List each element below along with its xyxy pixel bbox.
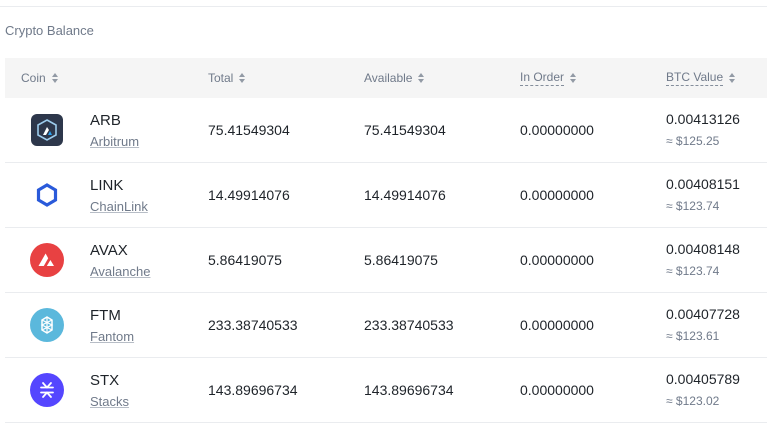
btc-value: 0.00407728 <box>666 306 740 322</box>
coin-name-link[interactable]: ChainLink <box>90 199 148 214</box>
fantom-icon <box>30 308 64 342</box>
available-value: 143.89696734 <box>364 382 454 398</box>
table-header: Coin Total Available In Order BTC Value <box>5 58 767 98</box>
btc-value: 0.00405789 <box>666 371 740 387</box>
in-order-value: 0.00000000 <box>520 187 594 203</box>
total-value: 14.49914076 <box>208 187 290 203</box>
usd-value: ≈ $123.61 <box>666 329 720 343</box>
header-in-order[interactable]: In Order <box>520 70 577 86</box>
available-value: 14.49914076 <box>364 187 446 203</box>
available-value: 5.86419075 <box>364 252 438 268</box>
sort-icon <box>418 73 425 83</box>
sort-icon <box>570 73 577 83</box>
avalanche-icon <box>30 243 64 277</box>
btc-value: 0.00413126 <box>666 111 740 127</box>
arbitrum-icon <box>31 114 63 146</box>
table-row: AVAX Avalanche 5.86419075 5.86419075 0.0… <box>5 228 767 293</box>
coin-name-link[interactable]: Stacks <box>90 394 129 409</box>
header-coin[interactable]: Coin <box>21 71 59 85</box>
available-value: 233.38740533 <box>364 317 454 333</box>
sort-icon <box>239 73 246 83</box>
coin-symbol: LINK <box>90 177 124 194</box>
usd-value: ≈ $123.02 <box>666 394 720 408</box>
usd-value: ≈ $123.74 <box>666 199 720 213</box>
total-value: 75.41549304 <box>208 122 290 138</box>
section-title: Crypto Balance <box>5 23 94 38</box>
header-total[interactable]: Total <box>208 71 246 85</box>
coin-name-link[interactable]: Fantom <box>90 329 134 344</box>
in-order-value: 0.00000000 <box>520 382 594 398</box>
coin-symbol: FTM <box>90 307 121 324</box>
crypto-balance-table: Coin Total Available In Order BTC Value <box>5 58 767 423</box>
total-value: 233.38740533 <box>208 317 298 333</box>
in-order-value: 0.00000000 <box>520 122 594 138</box>
sort-icon <box>729 73 736 83</box>
table-row: STX Stacks 143.89696734 143.89696734 0.0… <box>5 358 767 423</box>
chainlink-icon <box>30 178 64 212</box>
header-btc-value[interactable]: BTC Value <box>666 70 736 86</box>
coin-symbol: STX <box>90 372 120 389</box>
usd-value: ≈ $123.74 <box>666 264 720 278</box>
total-value: 143.89696734 <box>208 382 298 398</box>
header-available[interactable]: Available <box>364 71 425 85</box>
table-row: LINK ChainLink 14.49914076 14.49914076 0… <box>5 163 767 228</box>
coin-symbol: AVAX <box>90 242 128 259</box>
table-row: FTM Fantom 233.38740533 233.38740533 0.0… <box>5 293 767 358</box>
stacks-icon <box>30 373 64 407</box>
sort-icon <box>51 73 59 83</box>
table-row: ARB Arbitrum 75.41549304 75.41549304 0.0… <box>5 98 767 163</box>
btc-value: 0.00408148 <box>666 241 740 257</box>
coin-name-link[interactable]: Avalanche <box>90 264 150 279</box>
in-order-value: 0.00000000 <box>520 252 594 268</box>
usd-value: ≈ $125.25 <box>666 134 720 148</box>
top-card-edge <box>0 0 767 7</box>
total-value: 5.86419075 <box>208 252 282 268</box>
available-value: 75.41549304 <box>364 122 446 138</box>
coin-name-link[interactable]: Arbitrum <box>90 134 139 149</box>
in-order-value: 0.00000000 <box>520 317 594 333</box>
coin-symbol: ARB <box>90 112 121 129</box>
btc-value: 0.00408151 <box>666 176 740 192</box>
